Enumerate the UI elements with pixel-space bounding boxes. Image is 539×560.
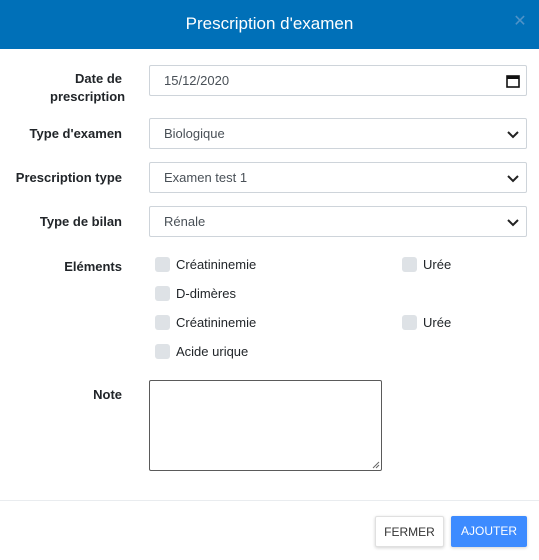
prescription-dialog: Prescription d'examen ✕ Date de prescrip… — [0, 0, 539, 560]
prescription-type-label: Prescription type — [15, 170, 122, 185]
type-bilan-select[interactable]: Rénale — [149, 206, 527, 237]
element-label: D-dimères — [176, 286, 236, 301]
date-label: Date de prescription — [50, 70, 126, 106]
element-label: Urée — [423, 315, 452, 330]
date-value: 15/12/2020 — [164, 73, 230, 88]
checkbox[interactable] — [155, 344, 170, 359]
element-checkbox-acide-urique[interactable]: Acide urique — [155, 344, 248, 359]
date-input[interactable]: 15/12/2020 — [149, 65, 527, 96]
date-label-line1: Date de — [75, 71, 122, 86]
type-examen-label: Type d'examen — [29, 126, 122, 141]
element-checkbox-d-dimeres[interactable]: D-dimères — [155, 286, 236, 301]
resize-handle-icon[interactable] — [372, 461, 380, 469]
chevron-down-icon — [507, 175, 519, 183]
checkbox[interactable] — [155, 286, 170, 301]
add-button[interactable]: AJOUTER — [451, 516, 527, 547]
element-checkbox-creatininemie-1[interactable]: Créatininemie — [155, 257, 256, 272]
type-bilan-label: Type de bilan — [39, 214, 122, 229]
chevron-down-icon — [507, 131, 519, 139]
note-textarea[interactable] — [149, 380, 382, 471]
prescription-type-select[interactable]: Examen test 1 — [149, 162, 527, 193]
close-icon[interactable]: ✕ — [511, 13, 529, 31]
checkbox[interactable] — [402, 257, 417, 272]
calendar-icon[interactable] — [506, 74, 520, 88]
checkbox[interactable] — [155, 257, 170, 272]
date-label-line2: prescription — [50, 89, 126, 104]
dialog-title: Prescription d'examen — [185, 14, 354, 33]
element-label: Créatininemie — [176, 315, 257, 330]
type-bilan-value: Rénale — [164, 214, 206, 229]
element-label: Urée — [423, 257, 452, 272]
elements-label: Eléments — [64, 259, 122, 274]
note-label: Note — [93, 387, 122, 402]
prescription-type-value: Examen test 1 — [164, 170, 248, 185]
element-checkbox-uree-1[interactable]: Urée — [402, 257, 451, 272]
element-label: Créatininemie — [176, 257, 257, 272]
checkbox[interactable] — [402, 315, 417, 330]
close-button[interactable]: FERMER — [375, 516, 444, 547]
type-examen-value: Biologique — [164, 126, 225, 141]
element-checkbox-uree-2[interactable]: Urée — [402, 315, 451, 330]
element-label: Acide urique — [176, 344, 249, 359]
type-examen-select[interactable]: Biologique — [149, 118, 527, 149]
footer-divider — [0, 500, 539, 501]
checkbox[interactable] — [155, 315, 170, 330]
chevron-down-icon — [507, 219, 519, 227]
element-checkbox-creatininemie-2[interactable]: Créatininemie — [155, 315, 256, 330]
dialog-header: Prescription d'examen ✕ — [0, 0, 539, 49]
